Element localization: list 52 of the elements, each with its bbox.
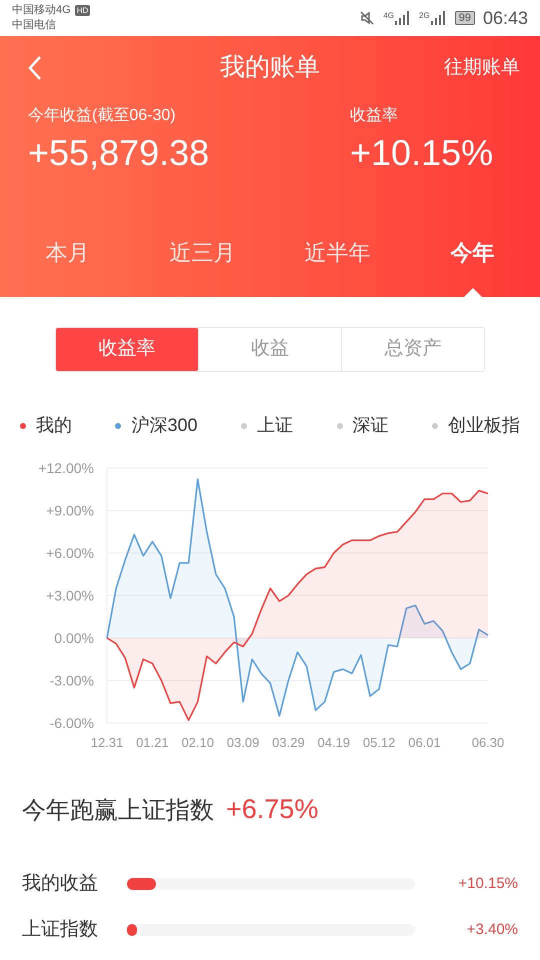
segment-tab[interactable]: 收益 xyxy=(198,328,341,371)
period-tab[interactable]: 今年 xyxy=(450,236,494,297)
income-value: +55,879.38 xyxy=(28,131,210,175)
beat-value: +6.75% xyxy=(226,793,318,826)
legend-label[interactable]: 上证 xyxy=(257,412,294,439)
legend-label[interactable]: 我的 xyxy=(36,412,72,439)
x-axis-label: 03.29 xyxy=(272,735,305,749)
page-title: 我的账单 xyxy=(220,52,320,84)
signal-icon xyxy=(430,11,447,25)
legend-label[interactable]: 深证 xyxy=(352,412,388,439)
comparison-label: 上证指数 xyxy=(22,918,99,942)
y-axis-label: +3.00% xyxy=(46,588,94,604)
comparison-value: +10.15% xyxy=(457,874,518,894)
back-icon[interactable] xyxy=(28,55,42,81)
x-axis-label: 06.30 xyxy=(472,735,504,749)
signal-icon xyxy=(395,11,412,25)
history-link[interactable]: 往期账单 xyxy=(444,54,520,82)
y-axis-label: -6.00% xyxy=(50,715,94,731)
network-label: 2G xyxy=(419,11,430,20)
carrier-name: 中国电信 xyxy=(12,18,57,33)
x-axis-label: 04.19 xyxy=(318,735,350,749)
income-label: 今年收益(截至06-30) xyxy=(28,106,177,126)
x-axis-label: 01.21 xyxy=(136,735,169,749)
carrier-name: 中国移动4G xyxy=(12,3,71,18)
y-axis-label: +9.00% xyxy=(46,502,94,518)
rate-label: 收益率 xyxy=(350,106,399,126)
period-tab[interactable]: 本月 xyxy=(46,236,90,297)
clock: 06:43 xyxy=(482,6,528,30)
comparison-value: +3.40% xyxy=(466,920,518,940)
x-axis-label: 12.31 xyxy=(90,735,124,749)
y-axis-label: +6.00% xyxy=(46,545,94,561)
beat-label: 今年跑赢上证指数 xyxy=(22,796,214,826)
y-axis-label: 0.00% xyxy=(54,630,94,646)
y-axis-label: +12.00% xyxy=(38,460,94,476)
mute-icon xyxy=(359,10,376,26)
x-axis-label: 03.09 xyxy=(226,735,260,749)
comparison-label: 我的收益 xyxy=(22,872,99,896)
hd-badge: HD xyxy=(74,5,90,16)
battery-indicator: 99 xyxy=(454,11,475,25)
x-axis-label: 05.12 xyxy=(362,735,396,749)
legend-label[interactable]: 创业板指 xyxy=(448,412,520,439)
network-label: 4G xyxy=(383,11,394,20)
tab-indicator xyxy=(464,288,482,297)
legend-label[interactable]: 沪深300 xyxy=(131,412,198,439)
y-axis-label: -3.00% xyxy=(50,672,94,688)
period-tab[interactable]: 近半年 xyxy=(304,236,370,297)
x-axis-label: 02.10 xyxy=(181,735,214,749)
segment-tab[interactable]: 总资产 xyxy=(341,328,484,371)
segment-tab[interactable]: 收益率 xyxy=(56,328,198,371)
rate-value: +10.15% xyxy=(350,131,494,175)
x-axis-label: 06.01 xyxy=(408,735,441,749)
period-tab[interactable]: 近三月 xyxy=(170,236,236,297)
